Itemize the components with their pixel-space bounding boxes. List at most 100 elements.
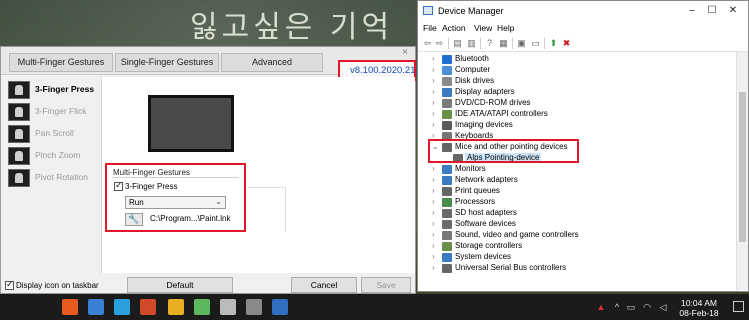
ide-controller-icon: [442, 110, 452, 119]
disk-icon: [442, 77, 452, 86]
back-arrow-icon[interactable]: ⇦: [422, 38, 433, 48]
volume-icon[interactable]: ◁: [658, 302, 668, 312]
tree-item[interactable]: › Display adapters: [418, 87, 736, 98]
tab-single-finger[interactable]: Single-Finger Gestures: [115, 53, 219, 72]
scan-hardware-icon[interactable]: ▣: [516, 38, 527, 48]
chevron-right-icon[interactable]: ›: [432, 76, 435, 85]
help-icon[interactable]: ?: [484, 38, 495, 48]
taskbar-app-icon[interactable]: [88, 299, 104, 315]
close-icon[interactable]: ×: [398, 47, 412, 59]
chevron-right-icon[interactable]: ›: [432, 109, 435, 118]
toolbar-separator: [448, 38, 449, 49]
details-icon[interactable]: ▦: [498, 38, 509, 48]
display-icon-option[interactable]: Display icon on taskbar: [5, 279, 99, 290]
forward-arrow-icon[interactable]: ⇨: [434, 38, 445, 48]
gesture-item-pivot-rotation[interactable]: Pivot Rotation: [5, 167, 100, 189]
default-button[interactable]: Default: [127, 277, 233, 293]
tree-item[interactable]: › IDE ATA/ATAPI controllers: [418, 109, 736, 120]
menu-view[interactable]: View: [474, 23, 492, 33]
taskbar-app-icon[interactable]: [220, 299, 236, 315]
tree-item[interactable]: › DVD/CD-ROM drives: [418, 98, 736, 109]
menu-file[interactable]: File: [423, 23, 437, 33]
tree-item[interactable]: › Bluetooth: [418, 54, 736, 65]
taskbar: ▲ ^ ▭ ◠ ◁ 10:04 AM 08-Feb-18: [0, 294, 749, 320]
chevron-right-icon[interactable]: ›: [432, 219, 435, 228]
taskbar-app-icon[interactable]: [140, 299, 156, 315]
hand-icon: [8, 103, 30, 121]
tree-item[interactable]: › Disk drives: [418, 76, 736, 87]
tree-item[interactable]: › Network adapters: [418, 175, 736, 186]
tab-advanced[interactable]: Advanced: [221, 53, 323, 72]
chevron-right-icon[interactable]: ›: [432, 186, 435, 195]
properties-icon[interactable]: ▤: [452, 38, 463, 48]
monitor-icon[interactable]: ▭: [530, 38, 541, 48]
close-icon[interactable]: ✕: [725, 4, 741, 18]
chevron-right-icon[interactable]: ›: [432, 252, 435, 261]
program-path: C:\Program...\Paint.lnk: [150, 214, 231, 223]
add-driver-icon[interactable]: ⬆: [548, 38, 559, 48]
taskbar-app-icon[interactable]: [168, 299, 184, 315]
chevron-right-icon[interactable]: ›: [432, 120, 435, 129]
clock[interactable]: 10:04 AM 08-Feb-18: [673, 298, 725, 318]
tree-item[interactable]: › SD host adapters: [418, 208, 736, 219]
tray-icon[interactable]: ▲: [596, 302, 606, 312]
menu-help[interactable]: Help: [497, 23, 514, 33]
minimize-icon[interactable]: –: [684, 4, 700, 18]
tree-item-label: Processors: [455, 197, 496, 206]
taskbar-app-icon[interactable]: [272, 299, 288, 315]
tree-item-label: Monitors: [455, 164, 486, 173]
taskbar-app-icon[interactable]: [114, 299, 130, 315]
gesture-item-3-finger-press[interactable]: 3-Finger Press: [5, 79, 100, 101]
tree-item-label: Computer: [455, 65, 491, 74]
chevron-right-icon[interactable]: ›: [432, 164, 435, 173]
storage-icon: [442, 242, 452, 251]
tree-item[interactable]: › Imaging devices: [418, 120, 736, 131]
tree-item[interactable]: › Universal Serial Bus controllers: [418, 263, 736, 274]
taskbar-app-icon[interactable]: [62, 299, 78, 315]
chevron-right-icon[interactable]: ›: [432, 54, 435, 63]
chevron-right-icon[interactable]: ›: [432, 263, 435, 272]
cancel-button[interactable]: Cancel: [291, 277, 357, 293]
taskbar-app-icon[interactable]: [194, 299, 210, 315]
chevron-right-icon[interactable]: ›: [432, 230, 435, 239]
chevron-right-icon[interactable]: ›: [432, 241, 435, 250]
enable-3-finger-press[interactable]: 3-Finger Press: [114, 180, 177, 191]
menu-action[interactable]: Action: [442, 23, 466, 33]
scrollbar-thumb[interactable]: [739, 92, 746, 242]
checkbox[interactable]: [114, 180, 123, 191]
tree-item[interactable]: › Software devices: [418, 219, 736, 230]
notification-icon[interactable]: [733, 301, 744, 312]
gesture-item-3-finger-flick[interactable]: 3-Finger Flick: [5, 101, 100, 123]
wifi-icon[interactable]: ◠: [642, 302, 652, 312]
chevron-right-icon[interactable]: ›: [432, 197, 435, 206]
chevron-right-icon[interactable]: ›: [432, 208, 435, 217]
scrollbar[interactable]: [736, 52, 748, 290]
chevron-right-icon[interactable]: ›: [432, 175, 435, 184]
browse-button[interactable]: 🔧: [125, 213, 143, 226]
chevron-right-icon[interactable]: ›: [432, 98, 435, 107]
save-button[interactable]: Save: [361, 277, 411, 293]
tree-item[interactable]: › System devices: [418, 252, 736, 263]
list-view-icon[interactable]: ▥: [466, 38, 477, 48]
tree-item-label: Universal Serial Bus controllers: [455, 263, 567, 272]
taskbar-app-icon[interactable]: [246, 299, 262, 315]
uninstall-icon[interactable]: ✖: [561, 38, 572, 48]
battery-icon[interactable]: ▭: [626, 302, 636, 312]
tree-item[interactable]: › Monitors: [418, 164, 736, 175]
gesture-item-pinch-zoom[interactable]: Pinch Zoom: [5, 145, 100, 167]
touchpad-preview: [148, 95, 234, 152]
action-select[interactable]: Run ⌄: [125, 196, 226, 209]
gesture-item-pan-scroll[interactable]: Pan Scroll: [5, 123, 100, 145]
chevron-right-icon[interactable]: ›: [432, 65, 435, 74]
chevron-up-icon[interactable]: ^: [612, 302, 622, 312]
tree-item[interactable]: › Print queues: [418, 186, 736, 197]
tree-item[interactable]: › Sound, video and game controllers: [418, 230, 736, 241]
maximize-icon[interactable]: ☐: [704, 4, 720, 18]
checkbox[interactable]: [5, 279, 14, 290]
tree-item-label: Display adapters: [455, 87, 515, 96]
tree-item[interactable]: › Processors: [418, 197, 736, 208]
tree-item[interactable]: › Storage controllers: [418, 241, 736, 252]
tree-item[interactable]: › Computer: [418, 65, 736, 76]
chevron-right-icon[interactable]: ›: [432, 87, 435, 96]
tab-multi-finger[interactable]: Multi-Finger Gestures: [9, 53, 113, 72]
